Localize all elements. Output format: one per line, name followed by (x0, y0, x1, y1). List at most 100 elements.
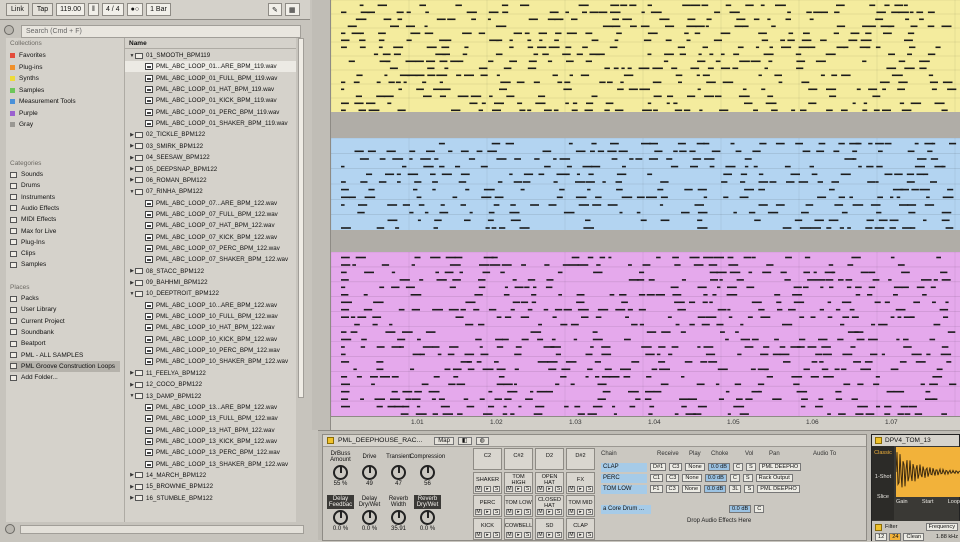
folder-row[interactable]: ▶ 02_TICKLE_BPM122 (125, 129, 296, 140)
chain-pan[interactable]: 3L (729, 485, 742, 493)
category-item[interactable]: Plug-Ins (10, 237, 120, 248)
category-item[interactable]: Clips (10, 248, 120, 259)
chain-volume[interactable]: 0.0 dB (704, 485, 727, 493)
mode-slice[interactable]: Slice (872, 494, 894, 500)
drum-pad[interactable]: FX M ▸ S (566, 472, 595, 494)
pad-mute-button[interactable]: M (506, 532, 513, 538)
category-item[interactable]: Samples (10, 259, 120, 270)
folder-row[interactable]: ▶ 15_BROWNIE_BPM122 (125, 481, 296, 492)
macro-knob[interactable]: Delay Feedbac 0.0 % (327, 495, 354, 532)
category-item[interactable]: Max for Live (10, 226, 120, 237)
place-item[interactable]: Packs (10, 293, 120, 304)
drum-pad[interactable]: SD M ▸ S (535, 518, 564, 540)
knob-icon[interactable] (420, 465, 435, 480)
macro-knob[interactable]: Reverb Width 35.91 (385, 495, 412, 533)
play-note[interactable]: C3 (665, 485, 679, 493)
collection-item[interactable]: Plug-ins (10, 62, 120, 73)
folder-row[interactable]: ▶ 08_STACC_BPM122 (125, 266, 296, 277)
file-row[interactable]: PML_ABC_LOOP_07_HAT_BPM_122.wav (125, 220, 296, 231)
macro-knob[interactable]: DrBuss Amount 55 % (327, 450, 354, 488)
file-row[interactable]: PML_ABC_LOOP_10_HAT_BPM_122.wav (125, 322, 296, 333)
pad-play-icon[interactable]: ▸ (484, 486, 491, 492)
chain-row[interactable]: PERC C1 C3 None 0.0 dB C S Rack Output (601, 473, 866, 483)
pad-solo-button[interactable]: S (524, 509, 531, 515)
pad-play-icon[interactable]: ▸ (546, 532, 553, 538)
play-note[interactable]: C3 (666, 474, 680, 482)
pad-mute-button[interactable]: M (537, 486, 544, 492)
drum-pad[interactable]: TOM LOW M ▸ S (504, 495, 533, 517)
knob-icon[interactable] (362, 465, 377, 480)
pad-solo-button[interactable]: S (524, 486, 531, 492)
file-row[interactable]: PML_ABC_LOOP_07_SHAKER_BPM_122.wav (125, 254, 296, 265)
pad-solo-button[interactable]: S (555, 486, 562, 492)
category-item[interactable]: Drums (10, 180, 120, 191)
audio-to[interactable]: PML DEEPHO (757, 485, 800, 493)
collection-item[interactable]: Gray (10, 119, 120, 130)
collection-item[interactable]: Purple (10, 108, 120, 119)
core-chain-name[interactable]: a Core Drum ... (601, 504, 651, 514)
category-item[interactable]: Audio Effects (10, 203, 120, 214)
frequency-value[interactable]: 1.88 kHz (936, 534, 958, 540)
folder-row[interactable]: ▶ 16_STUMBLE_BPM122 (125, 493, 296, 504)
preview-waveform[interactable] (20, 525, 304, 534)
drum-pad[interactable]: PERC M ▸ S (473, 495, 502, 517)
pad-mute-button[interactable]: M (506, 509, 513, 515)
choke-group[interactable]: None (682, 474, 702, 482)
place-item[interactable]: Current Project (10, 316, 120, 327)
file-row[interactable]: PML_ABC_LOOP_13_FULL_BPM_122.wav (125, 413, 296, 424)
drum-pad[interactable]: C#2 (504, 448, 533, 470)
place-item[interactable]: Soundbank (10, 327, 120, 338)
start-label[interactable]: Start (922, 499, 934, 505)
place-item[interactable]: Add Folder... (10, 372, 120, 383)
arrangement-view[interactable] (331, 0, 960, 416)
file-row[interactable]: PML_ABC_LOOP_01_HAT_BPM_119.wav (125, 84, 296, 95)
file-row[interactable]: PML_ABC_LOOP_07...ARE_BPM_122.wav (125, 198, 296, 209)
drum-pad[interactable]: OPEN HAT M ▸ S (535, 472, 564, 494)
file-row[interactable]: PML_ABC_LOOP_01_FULL_BPM_119.wav (125, 73, 296, 84)
file-row[interactable]: PML_ABC_LOOP_13_KICK_BPM_122.wav (125, 436, 296, 447)
folder-row[interactable]: ▶ 11_FEELYA_BPM122 (125, 368, 296, 379)
place-item[interactable]: PML Groove Construction Loops (10, 360, 120, 372)
folder-row[interactable]: ▶ 03_SMIRK_BPM122 (125, 141, 296, 152)
pad-play-icon[interactable]: ▸ (546, 509, 553, 515)
drum-pad[interactable]: KICK M ▸ S (473, 518, 502, 540)
pad-solo-button[interactable]: S (586, 532, 593, 538)
category-item[interactable]: Instruments (10, 192, 120, 203)
category-item[interactable]: MIDI Effects (10, 214, 120, 225)
audio-to[interactable]: PML DEEPHO (758, 463, 802, 471)
knob-icon[interactable] (333, 510, 348, 525)
pad-mute-button[interactable]: M (568, 486, 575, 492)
sample-waveform[interactable] (896, 447, 960, 497)
pad-solo-button[interactable]: S (555, 532, 562, 538)
pad-play-icon[interactable]: ▸ (577, 532, 584, 538)
receive-note[interactable]: C1 (650, 474, 664, 482)
drum-pad[interactable]: D2 (535, 448, 564, 470)
macro-knob[interactable]: Drive 49 (356, 450, 383, 487)
pad-play-icon[interactable]: ▸ (484, 509, 491, 515)
drum-pad[interactable]: TOM MID M ▸ S (566, 495, 595, 517)
filter-power-icon[interactable] (875, 523, 882, 531)
quantize-menu[interactable]: 1 Bar (146, 3, 171, 16)
place-item[interactable]: User Library (10, 304, 120, 315)
place-item[interactable]: Beatport (10, 338, 120, 349)
collection-item[interactable]: Samples (10, 85, 120, 96)
simpler-power-icon[interactable] (875, 437, 882, 444)
pad-play-icon[interactable]: ▸ (515, 532, 522, 538)
audio-to[interactable]: Rack Output (755, 474, 793, 482)
link-button[interactable]: Link (6, 3, 29, 16)
folder-row[interactable]: ▶ 05_DEEPSNAP_BPM122 (125, 164, 296, 175)
file-row[interactable]: PML_ABC_LOOP_10_PERC_BPM_122.wav (125, 345, 296, 356)
pad-mute-button[interactable]: M (506, 486, 513, 492)
drum-pad[interactable]: CLAP M ▸ S (566, 518, 595, 540)
pad-play-icon[interactable]: ▸ (577, 509, 584, 515)
tempo-field[interactable]: 119.00 (56, 3, 86, 16)
folder-row[interactable]: ▶ 14_MARCH_BPM122 (125, 470, 296, 481)
hot-swap-icon[interactable]: ◧ (457, 436, 472, 445)
drum-pad[interactable]: CLOSED HAT M ▸ S (535, 495, 564, 517)
pad-mute-button[interactable]: M (537, 532, 544, 538)
folder-row[interactable]: ▶ 12_COCO_BPM122 (125, 379, 296, 390)
chain-solo-icon[interactable]: S (746, 463, 756, 471)
pad-solo-button[interactable]: S (493, 486, 500, 492)
mode-classic[interactable]: Classic (872, 450, 894, 456)
chain-name[interactable]: CLAP (601, 462, 647, 472)
